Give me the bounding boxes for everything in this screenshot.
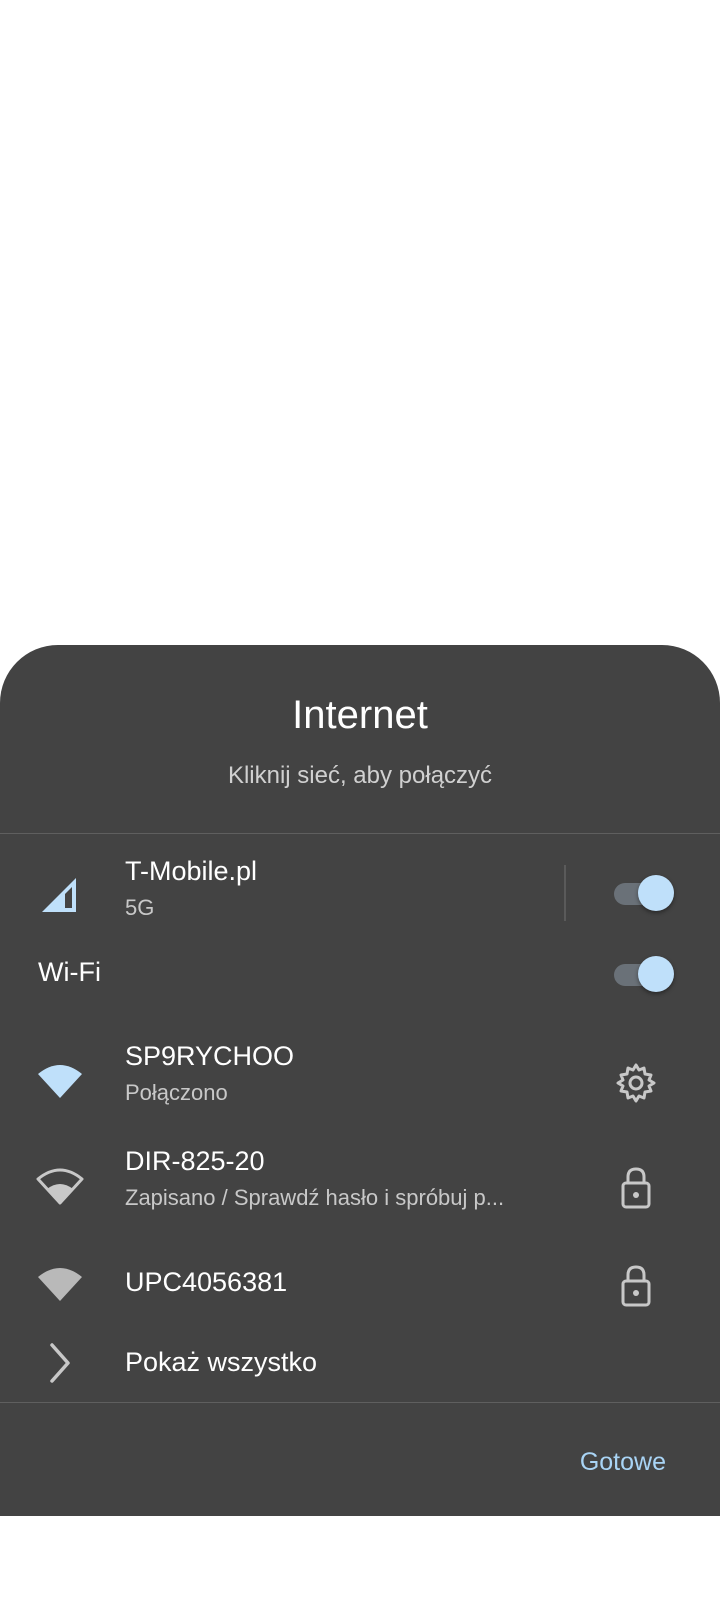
show-all-label: Pokaż wszystko <box>125 1347 318 1377</box>
mobile-network-row[interactable]: T-Mobile.pl 5G <box>0 853 720 933</box>
network-status: Połączono <box>125 1080 228 1105</box>
wifi-network-row[interactable]: DIR-825-20 Zapisano / Sprawdź hasło i sp… <box>0 1143 720 1233</box>
internet-panel: Internet Kliknij sieć, aby połączyć T-Mo… <box>0 645 720 1516</box>
cellular-signal-icon <box>36 868 84 916</box>
network-name: DIR-825-20 <box>125 1146 265 1176</box>
toggle-thumb <box>638 875 674 911</box>
wifi-full-icon <box>36 1058 84 1106</box>
divider <box>0 833 720 834</box>
lock-icon <box>612 1261 660 1309</box>
mobile-data-toggle[interactable] <box>614 875 674 911</box>
network-name: SP9RYCHOO <box>125 1041 295 1071</box>
toggle-thumb <box>638 956 674 992</box>
wifi-toggle[interactable] <box>614 956 674 992</box>
panel-title: Internet <box>292 693 428 737</box>
panel-subtitle: Kliknij sieć, aby połączyć <box>227 762 493 789</box>
gear-icon[interactable] <box>612 1059 660 1107</box>
wifi-full-gray-icon <box>36 1261 84 1309</box>
wifi-network-row[interactable]: UPC4056381 <box>0 1257 720 1317</box>
wifi-toggle-row[interactable]: Wi-Fi <box>0 945 720 1005</box>
mobile-network-type: 5G <box>125 895 155 920</box>
wifi-network-row[interactable]: SP9RYCHOO Połączono <box>0 1038 720 1128</box>
vertical-separator <box>564 865 566 921</box>
network-name: UPC4056381 <box>125 1267 288 1297</box>
network-status: Zapisano / Sprawdź hasło i spróbuj p... <box>125 1185 505 1210</box>
chevron-right-icon <box>36 1339 84 1387</box>
done-button[interactable]: Gotowe <box>580 1448 666 1477</box>
screen: Internet Kliknij sieć, aby połączyć T-Mo… <box>0 0 720 1600</box>
show-all-row[interactable]: Pokaż wszystko <box>0 1335 720 1391</box>
mobile-network-name: T-Mobile.pl <box>125 856 258 886</box>
lock-icon <box>612 1163 660 1211</box>
wifi-label: Wi-Fi <box>38 957 101 987</box>
wifi-medium-icon <box>36 1163 84 1211</box>
divider <box>0 1402 720 1403</box>
